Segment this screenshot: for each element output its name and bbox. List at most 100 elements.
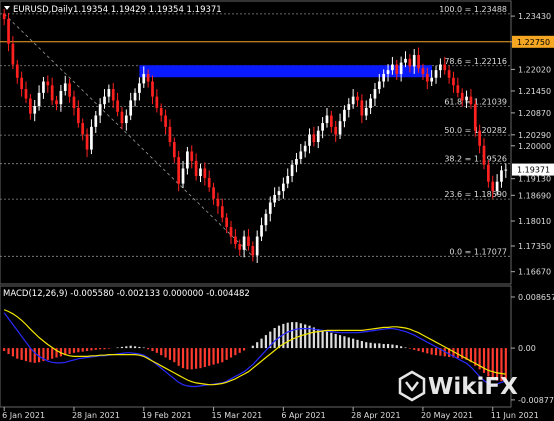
candle-down [151, 81, 154, 97]
candle-up [290, 164, 294, 177]
candle-down [247, 236, 250, 246]
candle-up [129, 100, 133, 116]
candle-up [316, 130, 320, 142]
candle-down [487, 164, 490, 182]
candle-down [229, 227, 233, 237]
candle-up [260, 225, 263, 237]
price-tick-label: 1.16670 [518, 268, 551, 277]
price-tick-label: 1.21450 [518, 87, 551, 96]
candle-down [447, 70, 451, 78]
candle-down [216, 198, 220, 207]
macd-tick-label: 0.00 [518, 344, 536, 353]
candle-up [255, 236, 259, 256]
candle-down [159, 107, 163, 116]
candle-down [207, 177, 211, 188]
candle-up [273, 194, 276, 203]
candle-up [124, 115, 128, 124]
candle-down [177, 157, 181, 184]
candle-up [347, 104, 351, 110]
fib-label: 0.0 = 1.17077 [449, 247, 507, 256]
candle-up [500, 170, 503, 182]
candle-down [155, 96, 159, 108]
candle-down [482, 145, 486, 165]
candle-up [98, 104, 102, 116]
candle-down [460, 92, 464, 101]
candle-down [85, 134, 89, 150]
candle-up [364, 107, 368, 116]
candle-up [439, 64, 442, 71]
candle-down [81, 123, 85, 135]
candle-up [295, 159, 298, 165]
candle-up [325, 115, 329, 124]
candle-up [343, 109, 346, 122]
candle-up [186, 151, 189, 169]
symbol-label: EURUSD,Daily [13, 5, 73, 15]
candle-down [334, 126, 338, 135]
candle-down [220, 206, 224, 218]
candle-up [404, 58, 407, 63]
candle-down [120, 111, 124, 124]
time-tick-label: 28 Apr 2021 [351, 411, 400, 420]
candle-down [225, 217, 228, 228]
candle-down [146, 73, 150, 82]
candle-up [268, 202, 272, 214]
candle-up [107, 89, 111, 97]
candle-up [338, 121, 342, 135]
fib-label: 38.2 = 1.19526 [444, 155, 507, 164]
fib-label: 78.6 = 1.22116 [444, 57, 507, 66]
candle-up [90, 126, 93, 150]
candle-up [504, 169, 508, 171]
candle-down [425, 73, 429, 82]
candle-up [181, 168, 185, 184]
candle-up [386, 70, 390, 74]
candle-down [356, 96, 359, 101]
candle-up [37, 92, 41, 107]
watermark-text: WikiFX [428, 374, 518, 400]
candle-down [473, 104, 477, 131]
candle-up [351, 96, 355, 105]
candle-down [20, 77, 23, 90]
price-tick-label: 1.20290 [518, 131, 551, 140]
candle-up [303, 145, 307, 152]
candle-down [469, 96, 473, 105]
candle-up [412, 55, 416, 67]
candle-down [55, 100, 58, 105]
candle-up [434, 70, 438, 78]
candle-down [111, 89, 115, 101]
candle-down [417, 55, 420, 69]
price-tick-label: 1.20000 [518, 142, 551, 151]
fib-label: 100.0 = 1.23488 [439, 5, 507, 14]
price-tick-label: 1.20870 [518, 109, 551, 118]
time-tick-label: 20 May 2021 [421, 411, 473, 420]
candle-up [399, 62, 403, 74]
candle-down [50, 85, 54, 101]
candle-up [242, 236, 246, 250]
price-tick-label: 1.23430 [518, 12, 551, 21]
candle-down [395, 64, 399, 74]
candle-up [63, 83, 67, 91]
candle-up [277, 191, 281, 195]
trading-chart[interactable]: 100.0 = 1.2348878.6 = 1.2211661.8 = 1.21… [0, 0, 554, 421]
candle-up [33, 106, 37, 114]
candle-up [299, 151, 303, 160]
candle-down [68, 83, 71, 97]
candle-down [29, 98, 32, 114]
candle-up [94, 115, 98, 127]
time-tick-label: 6 Jan 2021 [2, 411, 45, 420]
macd-tick-label: 0.008657 [518, 293, 554, 302]
candle-down [234, 236, 237, 245]
candle-down [203, 168, 207, 178]
candle-up [103, 96, 106, 105]
price-tick-label: 1.18690 [518, 191, 551, 200]
price-tick-label: 1.22020 [518, 65, 551, 74]
candle-down [76, 107, 80, 124]
candle-up [59, 90, 63, 105]
candle-down [194, 160, 198, 177]
candle-down [7, 19, 10, 44]
candle-down [2, 13, 6, 20]
fib-label: 23.6 = 1.18590 [444, 190, 507, 199]
candle-up [282, 183, 285, 192]
candle-down [360, 100, 364, 116]
candle-up [377, 81, 381, 90]
highlight-price-label: 1.22750 [517, 38, 550, 47]
